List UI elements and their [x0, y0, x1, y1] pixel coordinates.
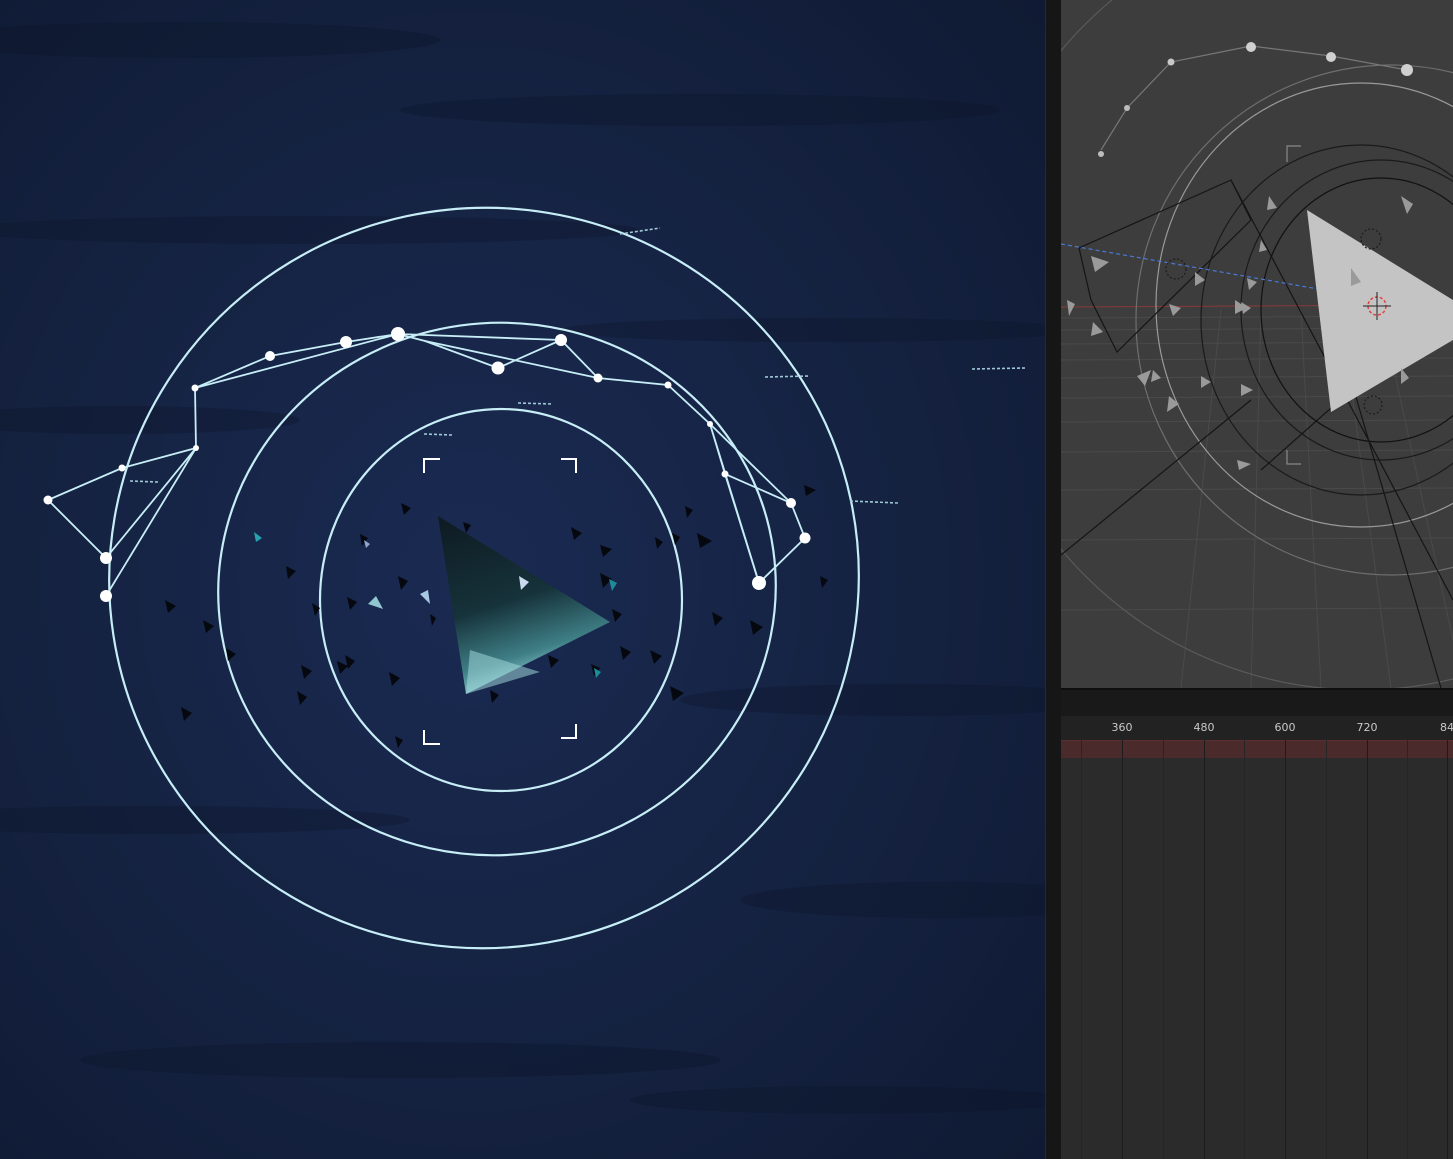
grid-line	[1244, 740, 1245, 1159]
frame-label-600: 600	[1274, 721, 1296, 734]
viewport-canvas[interactable]	[1061, 0, 1453, 688]
grid-line	[1163, 740, 1164, 1159]
frame-label-360: 360	[1111, 721, 1133, 734]
grid-line	[1204, 740, 1205, 1159]
frame-range-bar[interactable]	[1061, 740, 1453, 758]
grid-line	[1326, 740, 1327, 1159]
render-preview	[0, 0, 1045, 1159]
grid-line	[1447, 740, 1448, 1159]
frame-label-840: 84	[1440, 721, 1453, 734]
area-divider[interactable]	[1045, 0, 1062, 1159]
grid-line	[1081, 740, 1082, 1159]
frame-label-480: 480	[1193, 721, 1215, 734]
grid-line	[1285, 740, 1286, 1159]
frame-label-720: 720	[1356, 721, 1378, 734]
grid-line	[1367, 740, 1368, 1159]
timeline-editor[interactable]: 360 480 600 720 84	[1061, 716, 1453, 1159]
frame-ruler[interactable]: 360 480 600 720 84	[1061, 716, 1453, 740]
render-canvas	[0, 0, 1045, 1159]
3d-viewport[interactable]	[1061, 0, 1453, 688]
area-split-header[interactable]	[1061, 688, 1453, 716]
grid-line	[1407, 740, 1408, 1159]
grid-line	[1122, 740, 1123, 1159]
